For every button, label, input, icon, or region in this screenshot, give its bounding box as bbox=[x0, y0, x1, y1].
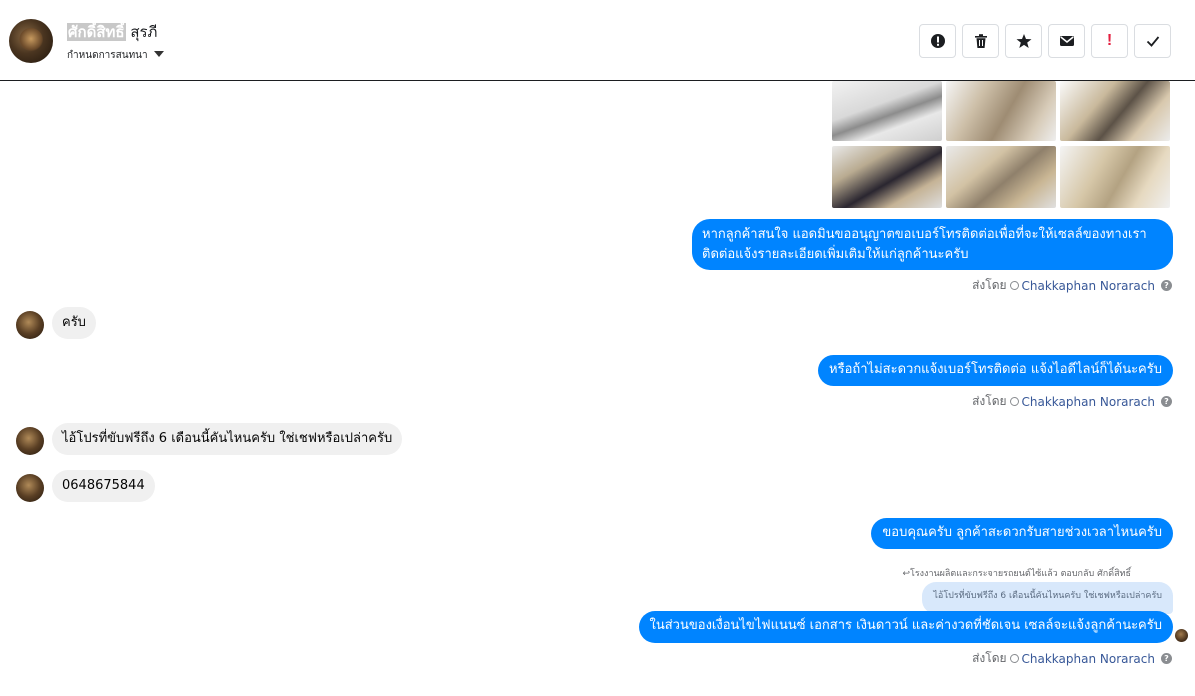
conversation-header: ศักดิ์สิทธิ์ สุรภี กำหนดการสนทนา ! bbox=[0, 0, 1195, 81]
outgoing-message[interactable]: ขอบคุณครับ ลูกค้าสะดวกรับสายช่วงเวลาไหนค… bbox=[871, 518, 1173, 549]
outgoing-message[interactable]: หรือถ้าไม่สะดวกแจ้งเบอร์โทรติดต่อ แจ้งไอ… bbox=[818, 355, 1173, 386]
agent-name-link[interactable]: Chakkaphan Norarach bbox=[1022, 652, 1155, 666]
schedule-label: กำหนดการสนทนา bbox=[67, 50, 148, 61]
seen-avatar bbox=[1175, 629, 1188, 642]
reply-arrow-icon: ↩ bbox=[902, 569, 910, 579]
contact-avatar[interactable] bbox=[9, 19, 53, 63]
report-button[interactable] bbox=[919, 24, 956, 58]
exclamation-icon: ! bbox=[1106, 32, 1113, 49]
agent-name-link[interactable]: Chakkaphan Norarach bbox=[1022, 279, 1155, 293]
message-line: หากลูกค้าสนใจ แอดมินขออนุญาตขอเบอร์โทรติ… bbox=[702, 227, 1147, 242]
car-photo[interactable] bbox=[946, 146, 1056, 208]
star-button[interactable] bbox=[1005, 24, 1042, 58]
delete-button[interactable] bbox=[962, 24, 999, 58]
contact-avatar-small[interactable] bbox=[16, 311, 44, 339]
outgoing-message[interactable]: หากลูกค้าสนใจ แอดมินขออนุญาตขอเบอร์โทรติ… bbox=[692, 219, 1173, 270]
contact-avatar-small[interactable] bbox=[16, 474, 44, 502]
contact-avatar-small[interactable] bbox=[16, 427, 44, 455]
sent-by-prefix: ส่งโดย bbox=[972, 394, 1007, 408]
reply-context-text: โรงงานผลิตและกระจายรถยนต์ไซ้แล้ว ตอบกลับ… bbox=[909, 569, 1131, 579]
check-icon bbox=[1146, 36, 1159, 47]
star-icon bbox=[1016, 34, 1031, 48]
incoming-message[interactable]: ครับ bbox=[52, 307, 96, 339]
verified-icon bbox=[1009, 281, 1019, 290]
help-icon[interactable]: ? bbox=[1161, 653, 1172, 664]
sent-by-prefix: ส่งโดย bbox=[972, 278, 1007, 292]
car-photo[interactable] bbox=[832, 146, 942, 208]
trash-icon bbox=[974, 34, 987, 48]
sent-by-prefix: ส่งโดย bbox=[972, 651, 1007, 665]
car-photo[interactable] bbox=[832, 81, 942, 141]
mark-done-button[interactable] bbox=[1134, 24, 1171, 58]
incoming-message[interactable]: ไอ้โปรที่ขับฟรีถึง 6 เดือนนี้คันไหนครับ … bbox=[52, 423, 403, 455]
caret-down-icon bbox=[153, 51, 164, 57]
contact-name[interactable]: ศักดิ์สิทธิ์ สุรภี bbox=[67, 20, 157, 44]
quoted-message[interactable]: ไอ้โปรที่ขับฟรีถึง 6 เดือนนี้คันไหนครับ … bbox=[922, 582, 1173, 614]
sent-by-label: ส่งโดย Chakkaphan Norarach? bbox=[972, 392, 1172, 411]
verified-icon bbox=[1009, 654, 1019, 663]
spam-button[interactable]: ! bbox=[1091, 24, 1128, 58]
agent-name-link[interactable]: Chakkaphan Norarach bbox=[1022, 395, 1155, 409]
car-photo[interactable] bbox=[1060, 81, 1170, 141]
alert-icon bbox=[930, 34, 945, 48]
car-photo[interactable] bbox=[946, 81, 1056, 141]
incoming-message[interactable]: 0648675844 bbox=[52, 470, 155, 502]
schedule-dropdown[interactable]: กำหนดการสนทนา bbox=[67, 48, 164, 63]
contact-name-rest: สุรภี bbox=[125, 23, 158, 41]
mail-icon bbox=[1059, 36, 1074, 46]
mark-unread-button[interactable] bbox=[1048, 24, 1085, 58]
help-icon[interactable]: ? bbox=[1161, 396, 1172, 407]
help-icon[interactable]: ? bbox=[1161, 280, 1172, 291]
action-toolbar: ! bbox=[919, 24, 1171, 58]
sent-by-label: ส่งโดย Chakkaphan Norarach? bbox=[972, 276, 1172, 295]
reply-context-label: ↩โรงงานผลิตและกระจายรถยนต์ไซ้แล้ว ตอบกลั… bbox=[902, 566, 1131, 580]
sent-by-label: ส่งโดย Chakkaphan Norarach? bbox=[972, 649, 1172, 668]
message-line: ติดต่อแจ้งรายละเอียดเพิ่มเติมให้แก่ลูกค้… bbox=[702, 247, 969, 262]
contact-name-highlight: ศักดิ์สิทธิ์ bbox=[67, 23, 126, 41]
car-photo[interactable] bbox=[1060, 146, 1170, 208]
verified-icon bbox=[1009, 397, 1019, 406]
outgoing-message[interactable]: ในส่วนของเงื่อนไขไฟแนนซ์ เอกสาร เงินดาวน… bbox=[638, 611, 1173, 643]
